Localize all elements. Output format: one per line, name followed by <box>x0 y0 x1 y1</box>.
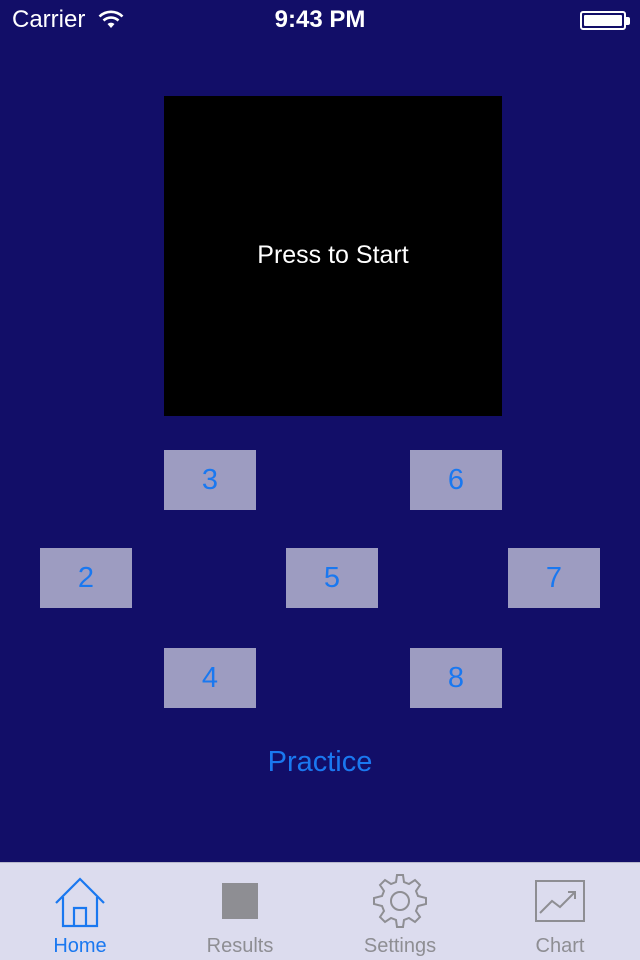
tab-results-label: Results <box>206 935 274 957</box>
gear-icon <box>373 874 427 928</box>
tab-settings[interactable]: Settings <box>320 863 480 960</box>
clock-time: 9:43 PM <box>274 6 366 33</box>
key-4-button[interactable]: 4 <box>164 648 256 708</box>
tab-settings-label: Settings <box>363 935 437 957</box>
key-7-button[interactable]: 7 <box>508 548 600 608</box>
battery-icon <box>580 11 630 30</box>
practice-button[interactable]: Practice <box>268 746 373 778</box>
tab-home-label: Home <box>53 935 107 957</box>
key-6-button[interactable]: 6 <box>410 450 502 510</box>
tab-chart-label: Chart <box>535 935 585 957</box>
status-bar: Carrier 9:43 PM <box>0 0 640 40</box>
key-8-button[interactable]: 8 <box>410 648 502 708</box>
key-5-button[interactable]: 5 <box>286 548 378 608</box>
key-2-button[interactable]: 2 <box>40 548 132 608</box>
tab-results[interactable]: Results <box>160 863 320 960</box>
practice-row: Practice <box>0 746 640 779</box>
home-icon <box>55 877 105 928</box>
key-3-button[interactable]: 3 <box>164 450 256 510</box>
tab-chart[interactable]: Chart <box>480 863 640 960</box>
results-icon <box>222 883 258 919</box>
tab-bar: Home Results Settings Chart <box>0 862 640 960</box>
start-button[interactable]: Press to Start <box>164 96 502 416</box>
start-label: Press to Start <box>257 240 409 269</box>
chart-icon <box>535 880 585 922</box>
tab-home[interactable]: Home <box>0 863 160 960</box>
app-screen: Carrier 9:43 PM Press to Start 3 6 2 5 7… <box>0 0 640 960</box>
